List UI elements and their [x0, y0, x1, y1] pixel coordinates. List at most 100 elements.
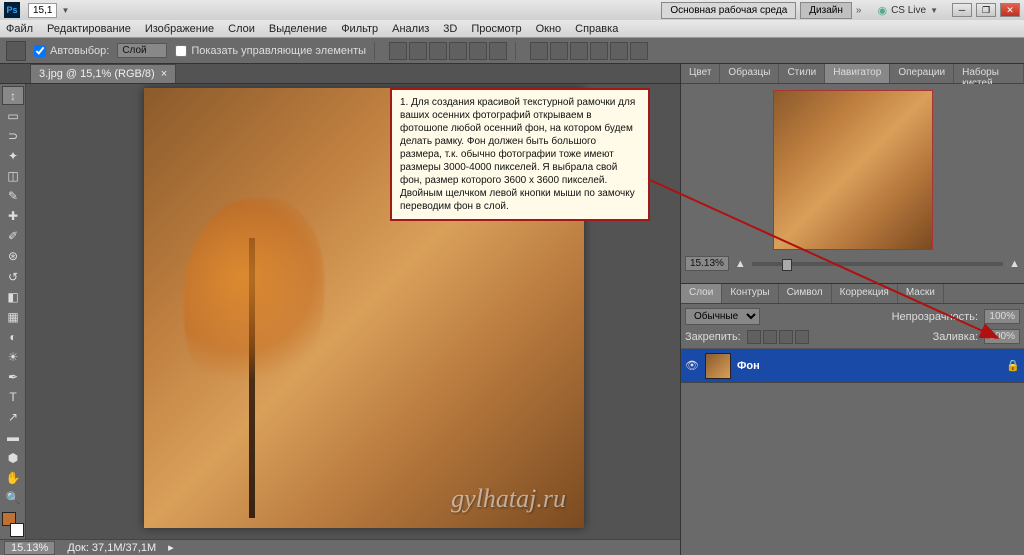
- toolbox: ↕ ▭ ⊃ ✦ ◫ ✎ ✚ ✐ ⊛ ↺ ◧ ▦ ◐ ☀ ✒ T ↗ ▬ ⬢ ✋ …: [0, 84, 26, 539]
- align-icon[interactable]: [409, 42, 427, 60]
- distribute-icon[interactable]: [590, 42, 608, 60]
- fill-field[interactable]: 100%: [984, 329, 1020, 344]
- distribute-icon[interactable]: [550, 42, 568, 60]
- cslive-icon[interactable]: ◉: [877, 4, 887, 17]
- tab-paths[interactable]: Контуры: [722, 284, 778, 303]
- 3d-tool[interactable]: ⬢: [2, 448, 24, 467]
- gradient-tool[interactable]: ▦: [2, 307, 24, 326]
- close-tab-icon[interactable]: ×: [161, 68, 167, 80]
- move-tool[interactable]: ↕: [2, 86, 24, 105]
- layer-thumbnail[interactable]: [705, 353, 731, 379]
- brush-tool[interactable]: ✐: [2, 227, 24, 246]
- visibility-icon[interactable]: 👁: [685, 359, 699, 373]
- wand-tool[interactable]: ✦: [2, 146, 24, 165]
- blur-tool[interactable]: ◐: [2, 327, 24, 346]
- navigator-zoom-slider[interactable]: [752, 262, 1003, 266]
- dodge-tool[interactable]: ☀: [2, 347, 24, 366]
- menu-analysis[interactable]: Анализ: [392, 23, 429, 35]
- distribute-icon[interactable]: [530, 42, 548, 60]
- color-swatches[interactable]: [2, 512, 24, 537]
- menu-image[interactable]: Изображение: [145, 23, 214, 35]
- menu-layers[interactable]: Слои: [228, 23, 255, 35]
- opacity-field[interactable]: 100%: [984, 309, 1020, 324]
- pen-tool[interactable]: ✒: [2, 368, 24, 387]
- tab-adjustments[interactable]: Коррекция: [832, 284, 898, 303]
- move-tool-preset-icon[interactable]: [6, 41, 26, 61]
- align-icon[interactable]: [489, 42, 507, 60]
- status-doc-size: Док: 37,1M/37,1M: [67, 542, 156, 554]
- status-zoom[interactable]: 15.13%: [4, 541, 55, 555]
- options-bar: Автовыбор: Показать управляющие элементы: [0, 38, 1024, 64]
- tab-character[interactable]: Символ: [779, 284, 832, 303]
- shape-tool[interactable]: ▬: [2, 428, 24, 447]
- path-tool[interactable]: ↗: [2, 408, 24, 427]
- lock-position-icon[interactable]: [779, 330, 793, 344]
- workspace-more-icon[interactable]: »: [856, 5, 862, 16]
- eyedropper-tool[interactable]: ✎: [2, 187, 24, 206]
- align-icon[interactable]: [469, 42, 487, 60]
- crop-tool[interactable]: ◫: [2, 166, 24, 185]
- type-tool[interactable]: T: [2, 388, 24, 407]
- tab-brushes[interactable]: Наборы кистей: [954, 64, 1024, 83]
- align-icon[interactable]: [429, 42, 447, 60]
- tab-color[interactable]: Цвет: [681, 64, 720, 83]
- background-swatch[interactable]: [10, 523, 24, 537]
- navigator-thumbnail[interactable]: [773, 90, 933, 250]
- blend-mode-select[interactable]: Обычные: [685, 308, 760, 325]
- zoom-in-icon[interactable]: ▲: [1009, 258, 1020, 270]
- align-icon[interactable]: [449, 42, 467, 60]
- healing-tool[interactable]: ✚: [2, 207, 24, 226]
- distribute-icon[interactable]: [570, 42, 588, 60]
- ps-logo: Ps: [4, 2, 20, 18]
- menu-edit[interactable]: Редактирование: [47, 23, 131, 35]
- maximize-button[interactable]: ❐: [976, 3, 996, 17]
- stamp-tool[interactable]: ⊛: [2, 247, 24, 266]
- autoselect-checkbox[interactable]: Автовыбор:: [34, 45, 109, 57]
- tab-styles[interactable]: Стили: [779, 64, 825, 83]
- tab-navigator[interactable]: Навигатор: [825, 64, 890, 83]
- marquee-tool[interactable]: ▭: [2, 106, 24, 125]
- cslive-label[interactable]: CS Live: [891, 5, 926, 16]
- document-tab[interactable]: 3.jpg @ 15,1% (RGB/8) ×: [30, 64, 176, 83]
- history-brush-tool[interactable]: ↺: [2, 267, 24, 286]
- menu-select[interactable]: Выделение: [269, 23, 327, 35]
- layers-panel: Обычные Непрозрачность: 100% Закрепить: …: [681, 304, 1024, 555]
- menu-file[interactable]: Файл: [6, 23, 33, 35]
- tab-layers[interactable]: Слои: [681, 284, 722, 303]
- show-controls-checkbox[interactable]: Показать управляющие элементы: [175, 45, 366, 57]
- distribute-icon[interactable]: [630, 42, 648, 60]
- layer-name-label[interactable]: Фон: [737, 360, 760, 372]
- menu-filter[interactable]: Фильтр: [341, 23, 378, 35]
- layer-lock-icon[interactable]: 🔒: [1006, 359, 1020, 372]
- lasso-tool[interactable]: ⊃: [2, 126, 24, 145]
- tab-actions[interactable]: Операции: [890, 64, 954, 83]
- distribute-icon[interactable]: [610, 42, 628, 60]
- menu-3d[interactable]: 3D: [443, 23, 457, 35]
- title-zoom[interactable]: 15,1: [28, 3, 57, 18]
- align-icon[interactable]: [389, 42, 407, 60]
- workspace-design-button[interactable]: Дизайн: [800, 2, 852, 19]
- autoselect-mode-select[interactable]: [117, 43, 167, 58]
- workspace-main-button[interactable]: Основная рабочая среда: [661, 2, 796, 19]
- menu-view[interactable]: Просмотр: [471, 23, 521, 35]
- tab-masks[interactable]: Маски: [898, 284, 944, 303]
- menu-window[interactable]: Окно: [536, 23, 562, 35]
- dropdown-icon[interactable]: ▼: [930, 6, 938, 15]
- status-menu-icon[interactable]: ▸: [168, 541, 174, 554]
- zoom-out-icon[interactable]: ▲: [735, 258, 746, 270]
- lock-pixels-icon[interactable]: [763, 330, 777, 344]
- document-tab-label: 3.jpg @ 15,1% (RGB/8): [39, 68, 155, 80]
- dropdown-icon[interactable]: ▼: [61, 6, 69, 15]
- navigator-zoom-value[interactable]: 15.13%: [685, 256, 729, 271]
- layer-row[interactable]: 👁 Фон 🔒: [681, 349, 1024, 383]
- close-button[interactable]: ✕: [1000, 3, 1020, 17]
- tab-swatches[interactable]: Образцы: [720, 64, 779, 83]
- menu-help[interactable]: Справка: [575, 23, 618, 35]
- lock-all-icon[interactable]: [795, 330, 809, 344]
- eraser-tool[interactable]: ◧: [2, 287, 24, 306]
- minimize-button[interactable]: ─: [952, 3, 972, 17]
- menubar: Файл Редактирование Изображение Слои Выд…: [0, 20, 1024, 38]
- lock-transparency-icon[interactable]: [747, 330, 761, 344]
- zoom-tool[interactable]: 🔍: [2, 488, 24, 507]
- hand-tool[interactable]: ✋: [2, 468, 24, 487]
